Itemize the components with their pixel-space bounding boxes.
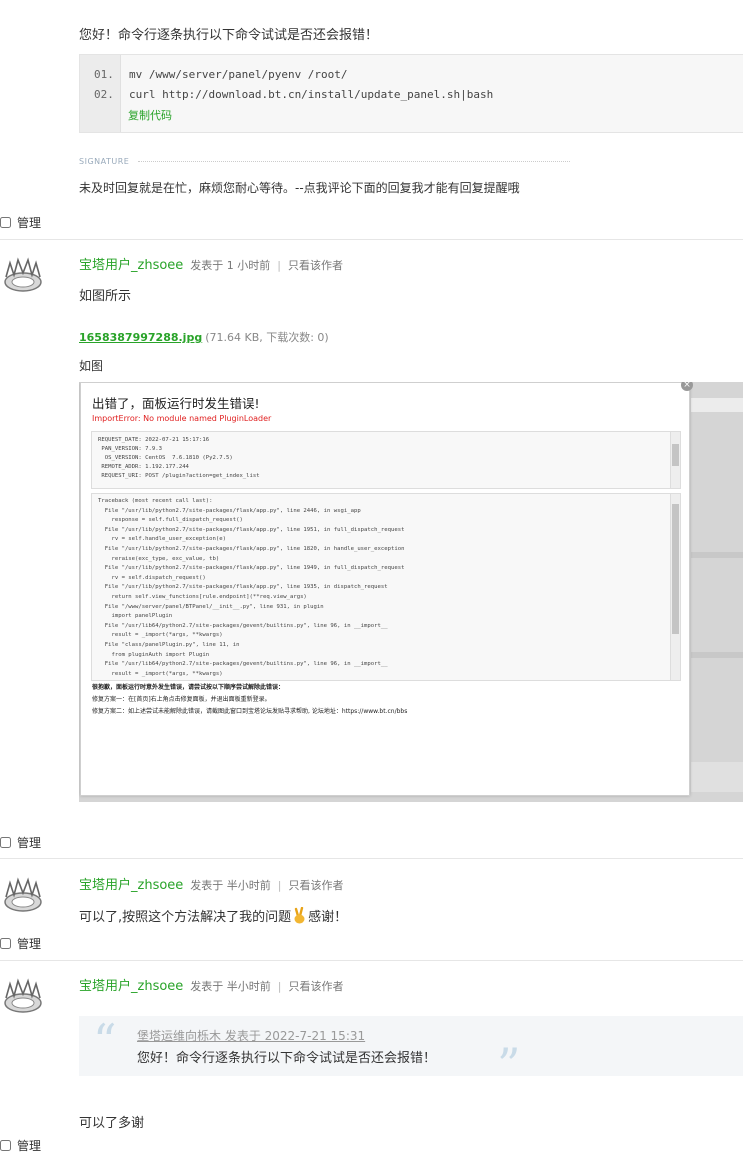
separator: | <box>277 879 282 892</box>
manage-control[interactable]: 管理 <box>0 214 41 231</box>
post-divider <box>0 858 743 859</box>
quote-text: 您好！命令行逐条执行以下命令试试是否还会报错！ <box>137 1051 437 1066</box>
trace-line: response = self.full_dispatch_request() <box>98 517 243 524</box>
avatar[interactable] <box>2 877 44 913</box>
manage-label: 管理 <box>17 836 42 850</box>
avatar[interactable] <box>2 257 44 293</box>
avatar[interactable] <box>2 978 44 1014</box>
quote-source-link[interactable]: 堡塔运维向栎木 发表于 2022-7-21 15:31 <box>137 1027 365 1044</box>
post-header: 宝塔用户_zhsoee 发表于 1 小时前 | 只看该作者 <box>79 254 343 273</box>
quote-close-icon: ” <box>497 1038 521 1092</box>
dialog-title: 出错了，面板运行时发生错误! <box>92 396 260 411</box>
quote-open-icon: “ <box>93 1014 117 1068</box>
post-time: 发表于 1 小时前 <box>190 259 271 272</box>
image-caption: 如图 <box>79 359 104 373</box>
post-text-main: 可以了,按照这个方法解决了我的问题 <box>79 910 292 925</box>
post-text-thanks: 感谢！ <box>308 910 348 925</box>
manage-checkbox[interactable] <box>0 938 11 949</box>
quote-block: “ 堡塔运维向栎木 发表于 2022-7-21 15:31 您好！命令行逐条执行… <box>79 1014 743 1088</box>
post-text: 您好！命令行逐条执行以下命令试试是否还会报错！ <box>79 28 379 43</box>
scrollbar <box>670 494 680 680</box>
trace-line: from pluginAuth import Plugin <box>98 651 210 658</box>
trace-line: reraise(exc_type, exc_value, tb) <box>98 555 220 562</box>
post-divider <box>0 239 743 240</box>
separator: | <box>277 980 282 993</box>
trace-line: File "/usr/lib/python2.7/site-packages/f… <box>98 584 388 591</box>
trace-line: rv = self.handle_user_exception(e) <box>98 536 226 543</box>
info-line: REQUEST_URI: POST /plugin?action=get_ind… <box>98 473 260 479</box>
trace-line: File "/usr/lib/python2.7/site-packages/f… <box>98 507 361 514</box>
author-link[interactable]: 宝塔用户_zhsoee <box>79 975 183 994</box>
manage-label: 管理 <box>17 1139 42 1153</box>
trace-line: File "/www/server/panel/BTPanel/__init__… <box>98 603 324 610</box>
info-line: REMOTE_ADDR: 1.192.177.244 <box>98 464 189 470</box>
scrollbar <box>670 432 680 488</box>
only-author-link[interactable]: 只看该作者 <box>289 877 344 893</box>
traceback-pane: Traceback (most recent call last): File … <box>91 493 681 681</box>
post-text: 如图所示 <box>79 289 132 304</box>
manage-checkbox[interactable] <box>0 837 11 848</box>
copy-code-link[interactable]: 复制代码 <box>128 107 172 123</box>
signature-divider <box>138 161 570 162</box>
trace-line: import panelPlugin <box>98 613 173 620</box>
dialog-error: ImportError: No module named PluginLoade… <box>92 414 272 423</box>
attachment: 1658387997288.jpg (71.64 KB, 下载次数: 0) <box>79 329 329 345</box>
attachment-link[interactable]: 1658387997288.jpg <box>79 331 202 344</box>
trace-line: File "/usr/lib64/python2.7/site-packages… <box>98 622 388 629</box>
trace-line: Traceback (most recent call last): <box>98 498 213 504</box>
manage-control[interactable]: 管理 <box>0 834 41 851</box>
post-time: 发表于 半小时前 <box>190 879 271 892</box>
manage-label: 管理 <box>17 216 42 230</box>
request-info-pane: REQUEST_DATE: 2022-07-21 15:17:16 PAN_VE… <box>91 431 681 489</box>
manage-checkbox[interactable] <box>0 217 11 228</box>
post-header: 宝塔用户_zhsoee 发表于 半小时前 | 只看该作者 <box>79 874 344 893</box>
author-link[interactable]: 宝塔用户_zhsoee <box>79 874 183 893</box>
trace-line: rv = self.dispatch_request() <box>98 574 206 581</box>
trace-line: return self.view_functions[rule.endpoint… <box>98 594 307 600</box>
manage-checkbox[interactable] <box>0 1140 11 1151</box>
author-link[interactable]: 宝塔用户_zhsoee <box>79 254 183 273</box>
error-dialog: 出错了，面板运行时发生错误! ImportError: No module na… <box>80 382 690 796</box>
trace-line: result = _import(*args, **kwargs) <box>98 670 223 677</box>
attached-image[interactable]: 出错了，面板运行时发生错误! ImportError: No module na… <box>79 382 743 802</box>
close-icon: × <box>681 382 693 391</box>
trace-line: File "/usr/lib/python2.7/site-packages/f… <box>98 526 405 533</box>
trace-line: result = _import(*args, **kwargs) <box>98 632 223 639</box>
attachment-info: (71.64 KB, 下载次数: 0) <box>205 331 329 344</box>
trace-line: File "/usr/lib/python2.7/site-packages/f… <box>98 546 405 552</box>
post-text: 可以了,按照这个方法解决了我的问题 感谢！ <box>79 906 347 925</box>
trace-line: File "/usr/lib/python2.7/site-packages/f… <box>98 565 405 572</box>
code-block: 01. mv /www/server/panel/pyenv /root/ 02… <box>79 54 743 133</box>
manage-control[interactable]: 管理 <box>0 1137 41 1154</box>
fix-hint: 修复方案二：如上述尝试未能解除此错误，请截图此窗口到宝塔论坛发贴寻求帮助, 论坛… <box>92 708 408 715</box>
signature-text: 未及时回复就是在忙，麻烦您耐心等待。--点我评论下面的回复我才能有回复提醒哦 <box>79 181 520 195</box>
post-time: 发表于 半小时前 <box>190 980 271 993</box>
code-line: mv /www/server/panel/pyenv /root/ <box>129 68 348 81</box>
info-line: REQUEST_DATE: 2022-07-21 15:17:16 <box>98 437 210 443</box>
info-line: PAN_VERSION: 7.9.3 <box>98 446 162 452</box>
post-header: 宝塔用户_zhsoee 发表于 半小时前 | 只看该作者 <box>79 975 344 994</box>
only-author-link[interactable]: 只看该作者 <box>288 257 343 273</box>
fix-hint: 修复方案一：在[首页]右上角点击修复面板，并退出面板重新登录。 <box>92 696 271 703</box>
manage-control[interactable]: 管理 <box>0 935 41 952</box>
separator: | <box>277 259 282 272</box>
post-text: 可以了多谢 <box>79 1116 145 1131</box>
fix-hint: 很抱歉，面板运行时意外发生错误，请尝试按以下顺序尝试解除此错误： <box>92 684 285 691</box>
post-divider <box>0 960 743 961</box>
line-number: 01. <box>94 68 114 81</box>
code-line: curl http://download.bt.cn/install/updat… <box>129 88 494 101</box>
info-line: OS_VERSION: CentOS 7.6.1810 (Py2.7.5) <box>98 455 233 461</box>
trace-line: File "/usr/lib64/python2.7/site-packages… <box>98 661 388 668</box>
only-author-link[interactable]: 只看该作者 <box>289 978 344 994</box>
signature-label: SIGNATURE <box>79 157 130 166</box>
line-number: 02. <box>94 88 114 101</box>
victory-hand-icon <box>294 907 305 924</box>
manage-label: 管理 <box>17 937 42 951</box>
trace-line: File "class/panelPlugin.py", line 11, in <box>98 642 240 648</box>
